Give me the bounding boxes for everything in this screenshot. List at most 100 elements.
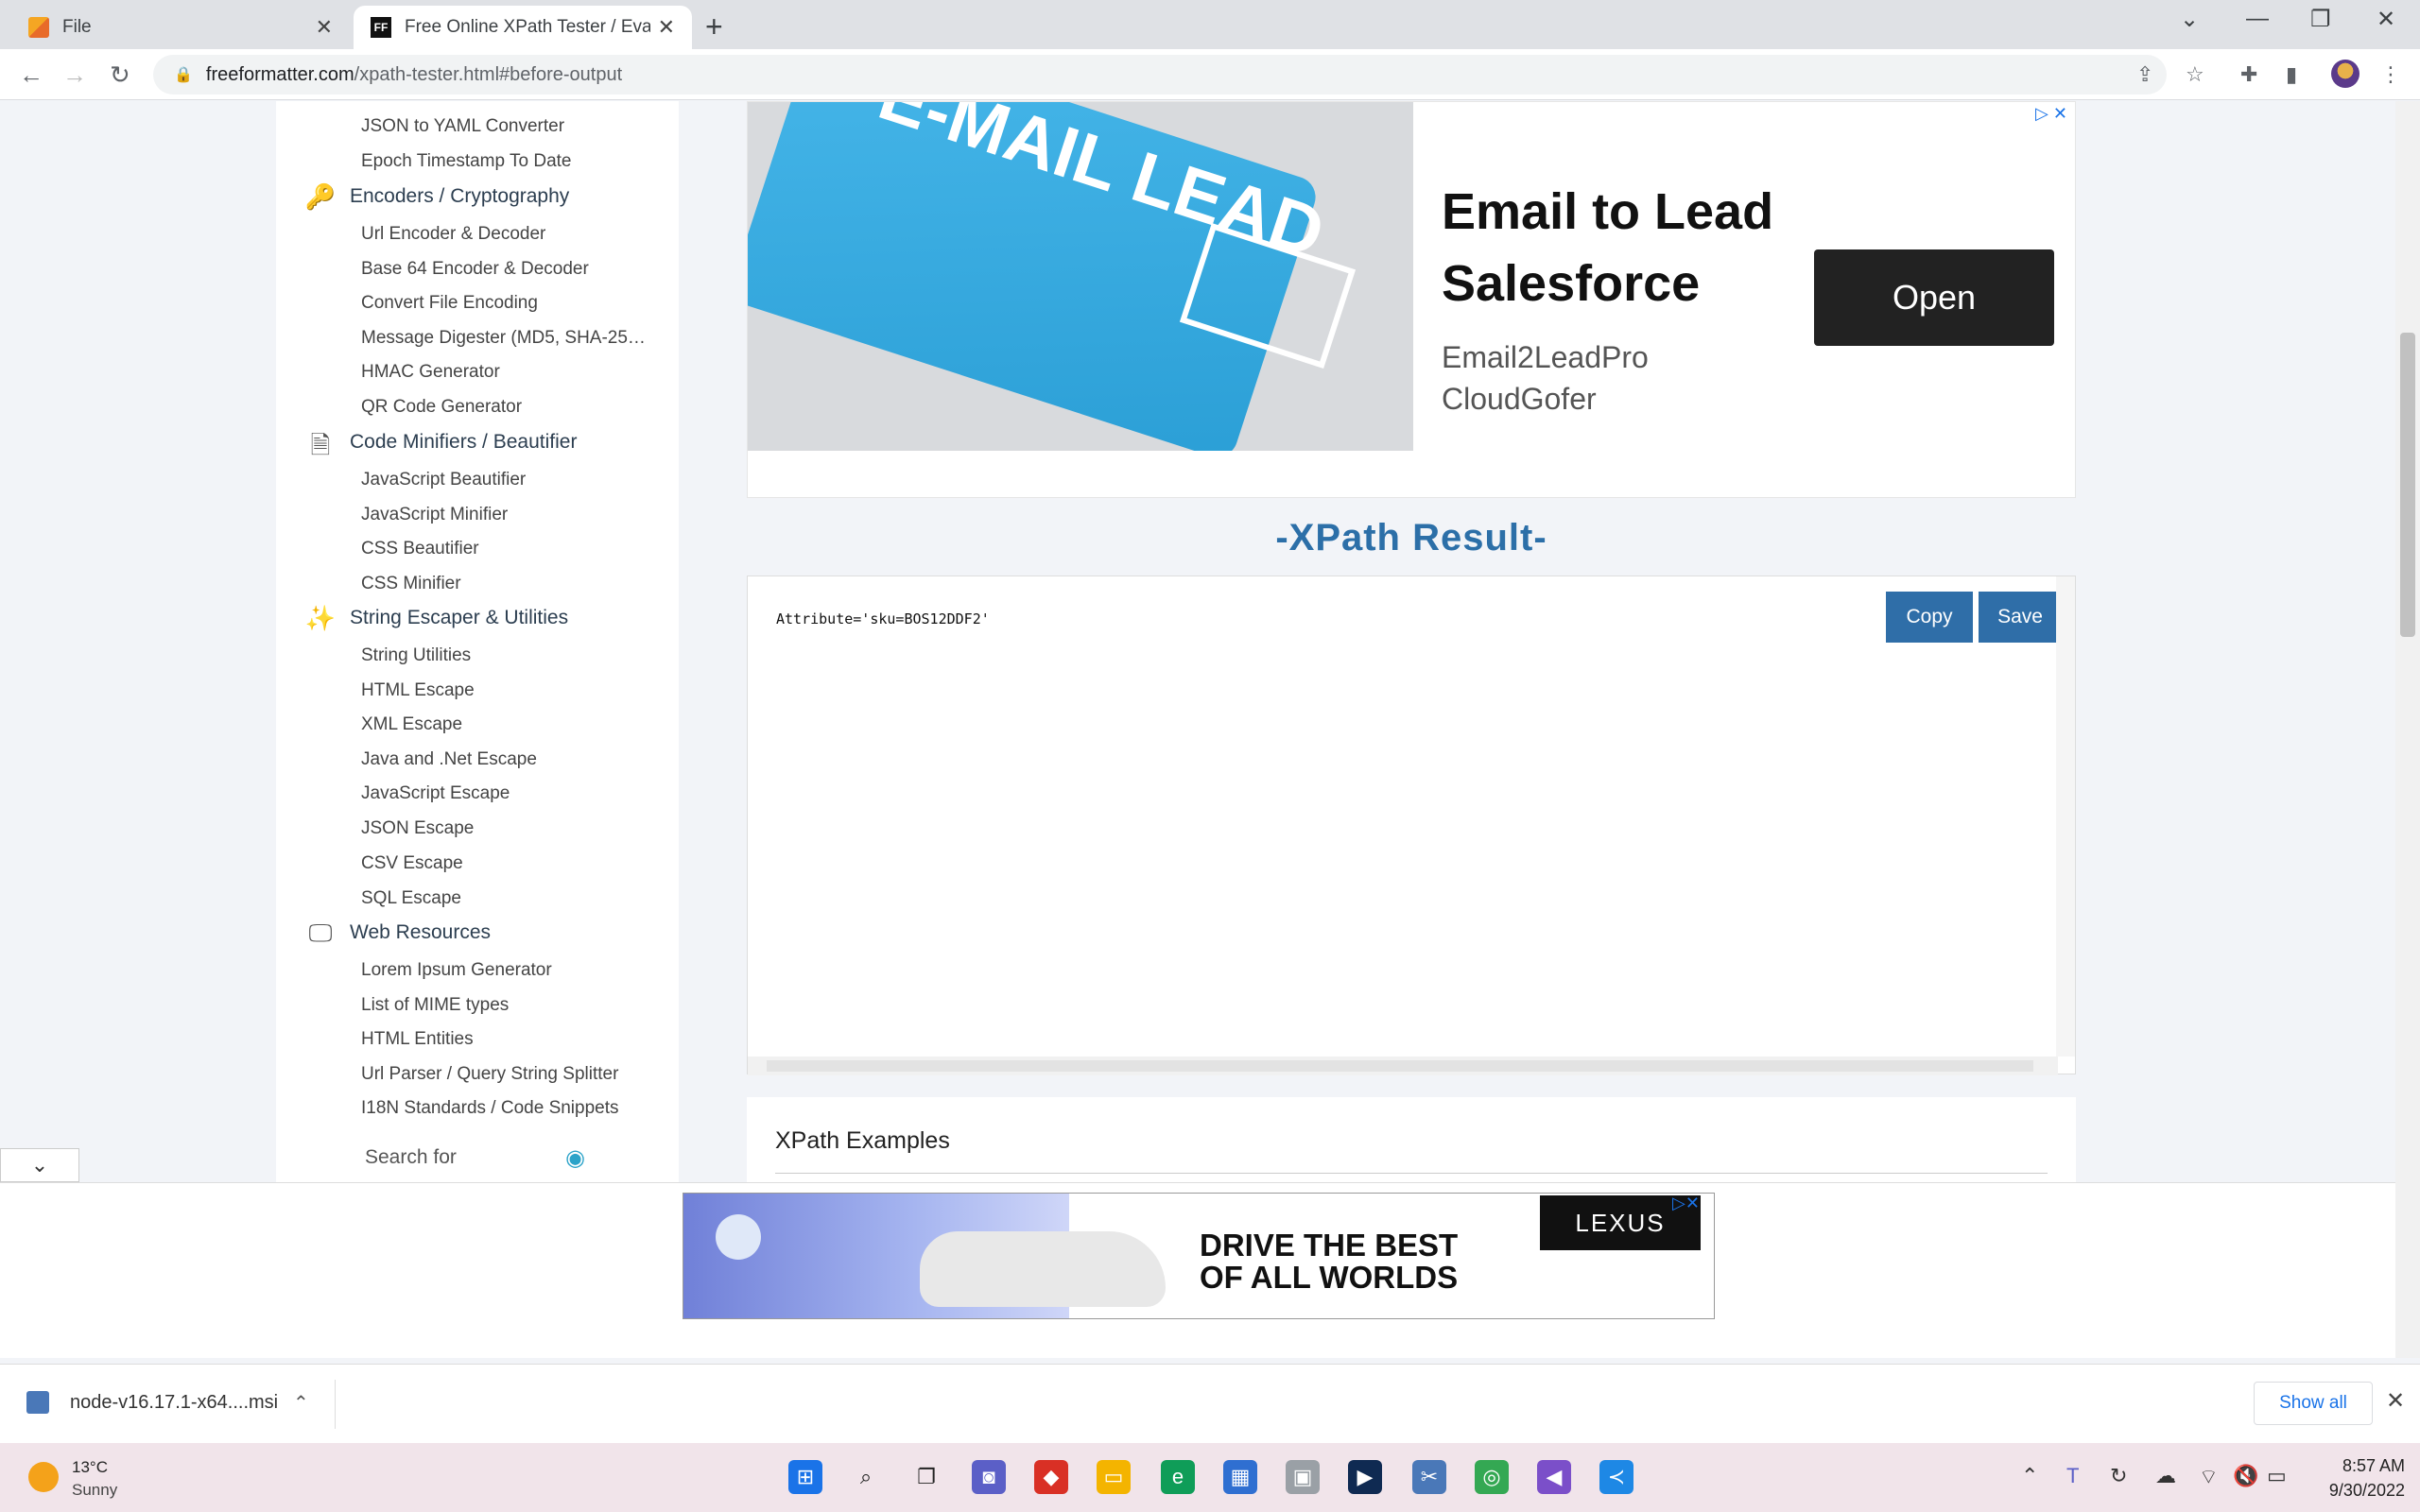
divider (775, 1173, 2048, 1174)
teams-icon[interactable]: T (2066, 1464, 2079, 1488)
result-heading: -XPath Result- (1275, 517, 1547, 558)
scroll-thumb[interactable] (2400, 333, 2415, 637)
windows-taskbar: 13°C Sunny ⊞ ⌕ ❐ ◙ ◆ ▭ e ▦ ▣ ▶ ✂ ◎ ◀ ≺ ⌃… (0, 1443, 2420, 1512)
result-horizontal-scrollbar[interactable] (748, 1057, 2058, 1075)
chevron-up-icon[interactable]: ⌃ (293, 1391, 309, 1415)
show-all-button[interactable]: Show all (2254, 1382, 2373, 1425)
back-icon[interactable]: ← (19, 60, 43, 90)
reload-icon[interactable]: ↻ (110, 60, 130, 90)
sidebar-link[interactable]: CSS Beautifier (361, 539, 664, 559)
task-view-icon[interactable]: ❐ (909, 1460, 943, 1494)
adchoices-icon[interactable]: ▷ ✕ (2035, 104, 2067, 124)
cloud-icon[interactable]: ☁ (2155, 1464, 2176, 1488)
sidebar-link[interactable]: XML Escape (361, 714, 664, 735)
sidebar-link[interactable]: HTML Escape (361, 680, 664, 701)
app-icon[interactable]: ▣ (1286, 1460, 1320, 1494)
visual-studio-icon[interactable]: ◀ (1537, 1460, 1571, 1494)
collapse-chevron-icon[interactable]: ⌄ (0, 1148, 79, 1182)
sidebar-search-input[interactable]: Search for (365, 1146, 457, 1169)
sidebar-link[interactable]: Convert File Encoding (361, 293, 664, 314)
menu-icon[interactable]: ⋮ (2380, 62, 2401, 87)
sidebar-link[interactable]: JSON Escape (361, 818, 664, 839)
result-output-text[interactable]: Attribute='sku=BOS12DDF2' (776, 610, 990, 627)
url-host: freeformatter.com (205, 63, 354, 85)
lexus-ad[interactable]: DRIVE THE BEST OF ALL WORLDS LEXUS ▷✕ (683, 1193, 1715, 1319)
ad-open-button[interactable]: Open (1814, 249, 2054, 346)
sidebar-link[interactable]: JavaScript Escape (361, 783, 664, 804)
category-escapers: ✨ String Escaper & Utilities (304, 604, 568, 632)
file-explorer-icon[interactable]: ▭ (1097, 1460, 1131, 1494)
close-tab-icon[interactable]: ✕ (316, 15, 333, 40)
sidebar-link[interactable]: Base 64 Encoder & Decoder (361, 259, 664, 280)
bookmark-star-icon[interactable]: ☆ (2186, 62, 2204, 87)
start-icon[interactable]: ⊞ (788, 1460, 822, 1494)
clock-date[interactable]: 9/30/2022 (2291, 1481, 2405, 1501)
snipping-tool-icon[interactable]: ✂ (1412, 1460, 1446, 1494)
forward-icon[interactable]: → (62, 60, 87, 90)
battery-icon[interactable]: ▭ (2267, 1464, 2287, 1488)
result-vertical-scrollbar[interactable] (2056, 576, 2075, 1057)
tray-chevron-icon[interactable]: ⌃ (2021, 1464, 2038, 1488)
chat-icon[interactable]: ◙ (972, 1460, 1006, 1494)
sidebar-link[interactable]: CSV Escape (361, 853, 664, 874)
tab-search-icon[interactable]: ⌄ (2180, 6, 2199, 33)
share-icon[interactable]: ⇪ (2136, 62, 2153, 87)
close-window-icon[interactable]: ✕ (2377, 6, 2395, 33)
close-icon[interactable]: ✕ (2386, 1387, 2405, 1415)
prime-video-icon[interactable]: ▶ (1348, 1460, 1382, 1494)
sidebar-link[interactable]: Url Encoder & Decoder (361, 224, 664, 245)
sidebar-link-json-to-yaml[interactable]: JSON to YAML Converter (361, 116, 664, 137)
sidebar-link[interactable]: JavaScript Minifier (361, 505, 664, 525)
sidebar-link-epoch-timestamp[interactable]: Epoch Timestamp To Date (361, 151, 664, 172)
clock-time[interactable]: 8:57 AM (2310, 1456, 2405, 1476)
weather-temperature[interactable]: 13°C (72, 1458, 108, 1477)
close-tab-icon[interactable]: ✕ (658, 15, 675, 40)
chrome-icon[interactable]: ◎ (1475, 1460, 1509, 1494)
eye-icon[interactable]: ◉ (565, 1144, 585, 1172)
sidebar-link[interactable]: HTML Entities (361, 1029, 664, 1050)
sidebar-link[interactable]: Message Digester (MD5, SHA-25… (361, 328, 664, 349)
sidebar-link[interactable]: Url Parser / Query String Splitter (361, 1064, 664, 1085)
tab-xpath-tester[interactable]: FF Free Online XPath Tester / Evaluator … (354, 6, 692, 49)
address-bar[interactable]: 🔒 freeformatter.com/xpath-tester.html#be… (153, 55, 2167, 94)
downloads-bar: node-v16.17.1-x64....msi ⌃ Show all ✕ (0, 1364, 2420, 1443)
scroll-thumb[interactable] (767, 1060, 2033, 1072)
sidebar-link[interactable]: CSS Minifier (361, 574, 664, 594)
result-output-box[interactable]: Attribute='sku=BOS12DDF2' Copy Save (747, 576, 2076, 1075)
sidebar-link[interactable]: QR Code Generator (361, 397, 664, 418)
search-icon[interactable]: ⌕ (849, 1460, 883, 1494)
restore-icon[interactable]: ❐ (2310, 6, 2331, 33)
vscode-icon[interactable]: ≺ (1599, 1460, 1634, 1494)
sidebar-link[interactable]: I18N Standards / Code Snippets (361, 1098, 664, 1119)
side-panel-icon[interactable]: ▮ (2286, 62, 2297, 87)
sidebar-link[interactable]: HMAC Generator (361, 362, 664, 383)
save-button[interactable]: Save (1979, 592, 2062, 643)
lock-icon: 🔒 (174, 67, 193, 83)
new-tab-icon[interactable]: + (705, 9, 723, 44)
page-scrollbar[interactable] (2395, 101, 2420, 1358)
store-icon[interactable]: ▦ (1223, 1460, 1257, 1494)
volume-muted-icon[interactable]: 🔇 (2233, 1464, 2258, 1488)
category-encoders: 🔑 Encoders / Cryptography (304, 182, 569, 211)
sidebar-link[interactable]: JavaScript Beautifier (361, 470, 664, 490)
advertisement[interactable]: E-MAIL LEAD Email to Lead Salesforce Ema… (747, 101, 2076, 498)
wifi-icon[interactable]: ⌔ (2199, 1464, 2219, 1490)
sun-icon[interactable] (28, 1462, 59, 1492)
weather-description[interactable]: Sunny (72, 1481, 117, 1500)
sidebar-link[interactable]: List of MIME types (361, 995, 664, 1016)
sidebar-link[interactable]: String Utilities (361, 645, 664, 666)
download-item[interactable]: node-v16.17.1-x64....msi (26, 1391, 278, 1414)
adchoices-icon[interactable]: ▷✕ (1672, 1194, 1700, 1213)
extensions-icon[interactable]: ✚ (2240, 62, 2257, 87)
sync-icon[interactable]: ↻ (2110, 1464, 2127, 1488)
edge-icon[interactable]: e (1161, 1460, 1195, 1494)
magic-wand-icon: ✨ (304, 604, 337, 632)
profile-avatar[interactable] (2331, 60, 2360, 88)
sidebar-link[interactable]: Java and .Net Escape (361, 749, 664, 770)
copy-button[interactable]: Copy (1886, 592, 1973, 643)
sidebar-link[interactable]: SQL Escape (361, 888, 664, 909)
sidebar-link[interactable]: Lorem Ipsum Generator (361, 960, 664, 981)
tab-file[interactable]: File ✕ (11, 6, 350, 49)
minimize-icon[interactable]: — (2246, 6, 2269, 32)
app-icon[interactable]: ◆ (1034, 1460, 1068, 1494)
